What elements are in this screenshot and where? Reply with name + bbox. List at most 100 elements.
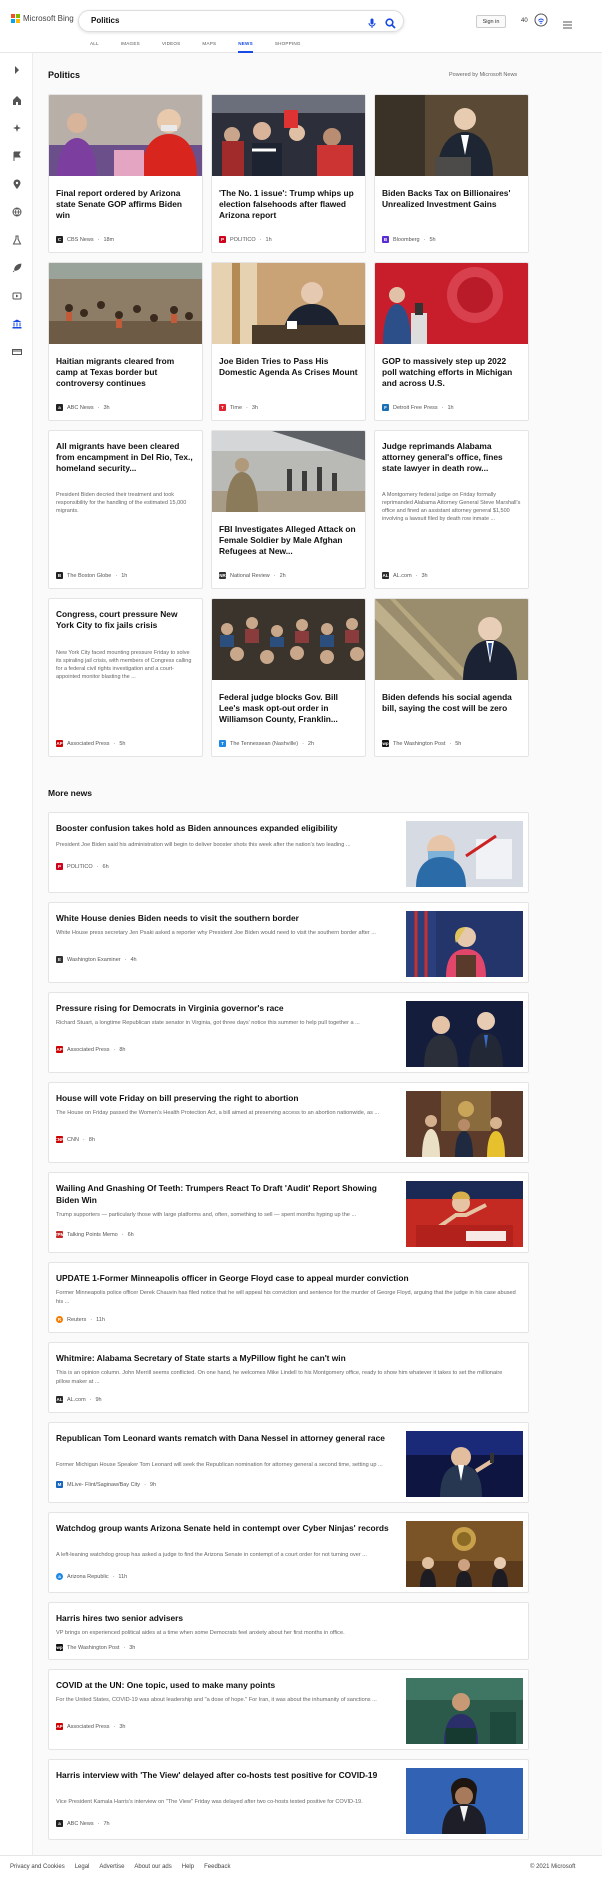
card-title[interactable]: All migrants have been cleared from enca… xyxy=(56,441,196,474)
search-icon[interactable] xyxy=(385,16,396,34)
menu-icon[interactable] xyxy=(563,16,572,34)
rewards-count[interactable]: 40 xyxy=(521,18,528,24)
card-source[interactable]: wp The Washington Post · 5h xyxy=(382,740,461,747)
card-source[interactable]: T Time · 3h xyxy=(219,404,258,411)
card-source[interactable]: NR National Review · 2h xyxy=(219,572,286,579)
item-title[interactable]: Watchdog group wants Arizona Senate held… xyxy=(56,1522,396,1534)
card-title[interactable]: Judge reprimands Alabama attorney genera… xyxy=(382,441,522,474)
item-title[interactable]: Wailing And Gnashing Of Teeth: Trumpers … xyxy=(56,1182,396,1206)
money-icon[interactable] xyxy=(11,346,22,357)
card-title[interactable]: Congress, court pressure New York City t… xyxy=(56,609,196,631)
news-card[interactable]: GOP to massively step up 2022 poll watch… xyxy=(374,262,529,421)
news-card[interactable]: Federal judge blocks Gov. Bill Lee's mas… xyxy=(211,598,366,757)
tab-maps[interactable]: MAPS xyxy=(202,41,216,53)
footer-link-advertise[interactable]: Advertise xyxy=(99,1864,124,1870)
item-title[interactable]: House will vote Friday on bill preservin… xyxy=(56,1092,396,1104)
item-source[interactable]: a Arizona Republic · 11h xyxy=(56,1573,127,1580)
item-source[interactable]: AL AL.com · 9h xyxy=(56,1396,102,1403)
news-list-item[interactable]: Booster confusion takes hold as Biden an… xyxy=(48,812,529,893)
tab-news[interactable]: NEWS xyxy=(238,41,253,53)
item-source[interactable]: a ABC News · 7h xyxy=(56,1820,110,1827)
item-title[interactable]: Whitmire: Alabama Secretary of State sta… xyxy=(56,1352,516,1364)
tab-videos[interactable]: VIDEOS xyxy=(162,41,181,53)
card-source[interactable]: F Detroit Free Press · 1h xyxy=(382,404,454,411)
item-source[interactable]: CNN CNN · 8h xyxy=(55,1136,95,1143)
card-source[interactable]: AP Associated Press · 5h xyxy=(56,740,125,747)
sign-in-button[interactable]: Sign in xyxy=(476,15,506,28)
bing-logo[interactable]: Microsoft Bing xyxy=(11,14,74,23)
card-source[interactable]: B The Boston Globe · 1h xyxy=(56,572,127,579)
news-card[interactable]: Final report ordered by Arizona state Se… xyxy=(48,94,203,253)
item-source[interactable]: AP Associated Press · 8h xyxy=(56,1046,125,1053)
news-card[interactable]: Biden Backs Tax on Billionaires' Unreali… xyxy=(374,94,529,253)
news-list-item[interactable]: Republican Tom Leonard wants rematch wit… xyxy=(48,1422,529,1503)
card-source[interactable]: AL AL.com · 3h xyxy=(382,572,428,579)
item-title[interactable]: Republican Tom Leonard wants rematch wit… xyxy=(56,1432,396,1444)
location-icon[interactable] xyxy=(11,178,22,189)
tab-shopping[interactable]: SHOPPING xyxy=(275,41,301,53)
item-source[interactable]: E Washington Examiner · 4h xyxy=(56,956,137,963)
news-card[interactable]: Judge reprimands Alabama attorney genera… xyxy=(374,430,529,589)
item-source[interactable]: AP Associated Press · 3h xyxy=(56,1723,125,1730)
item-source[interactable]: M MLive- Flint/Saginaw/Bay City · 9h xyxy=(56,1481,156,1488)
news-card[interactable]: Haitian migrants cleared from camp at Te… xyxy=(48,262,203,421)
card-source[interactable]: P POLITICO · 1h xyxy=(219,236,272,243)
card-source[interactable]: C CBS News · 18m xyxy=(56,236,114,243)
expand-icon[interactable] xyxy=(11,64,22,75)
footer-link-help[interactable]: Help xyxy=(182,1864,194,1870)
item-title[interactable]: White House denies Biden needs to visit … xyxy=(56,912,396,924)
science-icon[interactable] xyxy=(11,234,22,245)
item-title[interactable]: Booster confusion takes hold as Biden an… xyxy=(56,822,396,834)
item-title[interactable]: Pressure rising for Democrats in Virgini… xyxy=(56,1002,396,1014)
card-title[interactable]: GOP to massively step up 2022 poll watch… xyxy=(382,356,522,389)
news-list-item[interactable]: Harris hires two senior advisers VP brin… xyxy=(48,1602,529,1660)
search-input[interactable]: Politics xyxy=(91,16,119,25)
microphone-icon[interactable] xyxy=(368,16,376,34)
card-title[interactable]: Biden Backs Tax on Billionaires' Unreali… xyxy=(382,188,522,210)
footer-link-legal[interactable]: Legal xyxy=(75,1864,90,1870)
news-list-item[interactable]: COVID at the UN: One topic, used to make… xyxy=(48,1669,529,1750)
rocket-icon[interactable] xyxy=(11,262,22,273)
globe-icon[interactable] xyxy=(11,206,22,217)
item-title[interactable]: Harris interview with 'The View' delayed… xyxy=(56,1769,396,1781)
powered-by-label[interactable]: Powered by Microsoft News xyxy=(449,72,517,78)
news-card[interactable]: 'The No. 1 issue': Trump whips up electi… xyxy=(211,94,366,253)
news-list-item[interactable]: Wailing And Gnashing Of Teeth: Trumpers … xyxy=(48,1172,529,1253)
card-title[interactable]: FBI Investigates Alleged Attack on Femal… xyxy=(219,524,359,557)
news-card[interactable]: FBI Investigates Alleged Attack on Femal… xyxy=(211,430,366,589)
rewards-icon[interactable] xyxy=(534,13,548,32)
news-card[interactable]: Biden defends his social agenda bill, sa… xyxy=(374,598,529,757)
news-list-item[interactable]: Pressure rising for Democrats in Virgini… xyxy=(48,992,529,1073)
politics-icon[interactable] xyxy=(11,318,22,329)
item-source[interactable]: wp The Washington Post · 3h xyxy=(56,1644,135,1651)
tab-all[interactable]: ALL xyxy=(90,41,99,53)
item-title[interactable]: COVID at the UN: One topic, used to make… xyxy=(56,1679,396,1691)
card-title[interactable]: Federal judge blocks Gov. Bill Lee's mas… xyxy=(219,692,359,725)
footer-link-feedback[interactable]: Feedback xyxy=(204,1864,230,1870)
item-source[interactable]: R Reuters · 11h xyxy=(56,1316,105,1323)
home-icon[interactable] xyxy=(11,94,22,105)
footer-link-privacy[interactable]: Privacy and Cookies xyxy=(10,1864,65,1870)
news-list-item[interactable]: UPDATE 1-Former Minneapolis officer in G… xyxy=(48,1262,529,1333)
card-source[interactable]: a ABC News · 3h xyxy=(56,404,110,411)
item-title[interactable]: UPDATE 1-Former Minneapolis officer in G… xyxy=(56,1272,516,1284)
news-card[interactable]: Joe Biden Tries to Pass His Domestic Age… xyxy=(211,262,366,421)
tab-images[interactable]: IMAGES xyxy=(121,41,140,53)
card-title[interactable]: 'The No. 1 issue': Trump whips up electi… xyxy=(219,188,359,221)
news-list-item[interactable]: Harris interview with 'The View' delayed… xyxy=(48,1759,529,1840)
news-list-item[interactable]: Watchdog group wants Arizona Senate held… xyxy=(48,1512,529,1593)
card-title[interactable]: Final report ordered by Arizona state Se… xyxy=(56,188,196,221)
card-title[interactable]: Biden defends his social agenda bill, sa… xyxy=(382,692,522,714)
item-title[interactable]: Harris hires two senior advisers xyxy=(56,1612,516,1624)
entertainment-icon[interactable] xyxy=(11,290,22,301)
search-box[interactable]: Politics xyxy=(78,10,404,32)
discover-icon[interactable] xyxy=(11,122,22,133)
card-source[interactable]: B Bloomberg · 5h xyxy=(382,236,436,243)
news-list-item[interactable]: White House denies Biden needs to visit … xyxy=(48,902,529,983)
card-title[interactable]: Haitian migrants cleared from camp at Te… xyxy=(56,356,196,389)
news-card[interactable]: All migrants have been cleared from enca… xyxy=(48,430,203,589)
card-title[interactable]: Joe Biden Tries to Pass His Domestic Age… xyxy=(219,356,359,378)
card-source[interactable]: T The Tennessean (Nashville) · 2h xyxy=(219,740,314,747)
item-source[interactable]: TPM Talking Points Memo · 6h xyxy=(55,1231,134,1238)
news-list-item[interactable]: Whitmire: Alabama Secretary of State sta… xyxy=(48,1342,529,1413)
